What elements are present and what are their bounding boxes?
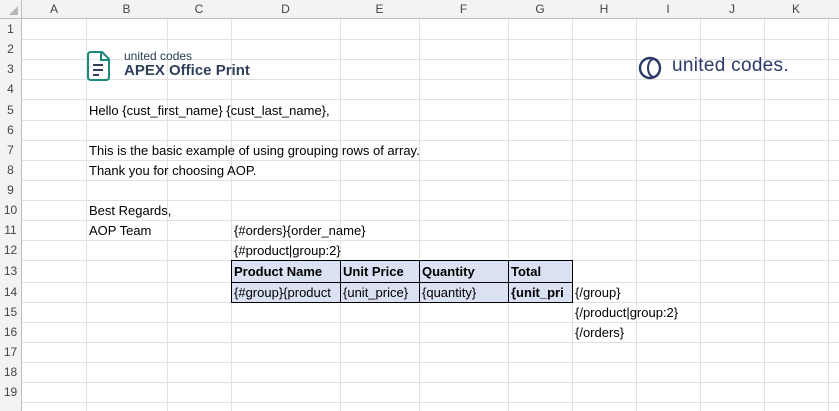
table-header-product-name[interactable]: Product Name [231, 260, 341, 283]
row-header-9[interactable]: 9 [0, 180, 22, 201]
cell-b7[interactable]: This is the basic example of using group… [86, 141, 420, 161]
column-header-l[interactable] [828, 0, 839, 19]
column-header-f[interactable]: F [419, 0, 509, 19]
apex-office-print-logo[interactable]: united codes APEX Office Print [86, 49, 266, 83]
cell-b10[interactable]: Best Regards, [86, 201, 171, 221]
table-header-quantity[interactable]: Quantity [419, 260, 509, 283]
column-header-e[interactable]: E [340, 0, 420, 19]
column-header-a[interactable]: A [22, 0, 87, 19]
row-header-4[interactable]: 4 [0, 79, 22, 100]
row-header-11[interactable]: 11 [0, 220, 22, 241]
gridline [0, 39, 839, 40]
row-header-16[interactable]: 16 [0, 322, 22, 343]
row-header-7[interactable]: 7 [0, 140, 22, 161]
select-all-button[interactable] [0, 0, 22, 19]
cell-h14[interactable]: {/group} [572, 283, 621, 303]
column-header-k[interactable]: K [764, 0, 829, 19]
row-header-15[interactable]: 15 [0, 302, 22, 323]
column-header-d[interactable]: D [231, 0, 341, 19]
logo-text: united codes. [672, 55, 789, 76]
cell-b11[interactable]: AOP Team [86, 221, 151, 241]
row-header-20[interactable] [0, 402, 22, 411]
row-header-1[interactable]: 1 [0, 19, 22, 40]
row-header-2[interactable]: 2 [0, 39, 22, 60]
row-header-6[interactable]: 6 [0, 120, 22, 141]
column-header-i[interactable]: I [636, 0, 701, 19]
cell-b8[interactable]: Thank you for choosing AOP. [86, 161, 256, 181]
cell-h16[interactable]: {/orders} [572, 323, 624, 343]
table-header-total[interactable]: Total [508, 260, 573, 283]
cell-b5[interactable]: Hello {cust_first_name} {cust_last_name}… [86, 101, 330, 121]
row-header-10[interactable]: 10 [0, 200, 22, 221]
table-cell-total[interactable]: {unit_pri [508, 282, 573, 303]
united-codes-logo[interactable]: united codes. [638, 55, 813, 81]
row-header-3[interactable]: 3 [0, 59, 22, 80]
gridline [828, 0, 829, 411]
row-header-12[interactable]: 12 [0, 240, 22, 261]
gridline [0, 322, 839, 323]
row-header-8[interactable]: 8 [0, 160, 22, 181]
row-header-17[interactable]: 17 [0, 342, 22, 363]
gridline [572, 0, 573, 411]
cell-d11[interactable]: {#orders}{order_name} [231, 221, 366, 241]
row-header-14[interactable]: 14 [0, 282, 22, 303]
table-header-unit-price[interactable]: Unit Price [340, 260, 420, 283]
column-header-b[interactable]: B [86, 0, 168, 19]
logo-big-text: APEX Office Print [124, 62, 250, 79]
cell-h15[interactable]: {/product|group:2} [572, 303, 678, 323]
gridline [0, 99, 839, 100]
logo-small-text: united codes [124, 49, 193, 63]
row-header-19[interactable]: 19 [0, 382, 22, 403]
select-all-triangle-icon [9, 6, 18, 15]
gridline [0, 382, 839, 383]
gridline [508, 0, 509, 411]
spreadsheet[interactable]: A B C D E F G H I J K 1 2 3 4 5 6 7 8 9 … [0, 0, 839, 411]
column-header-c[interactable]: C [167, 0, 232, 19]
gridline [0, 362, 839, 363]
row-header-5[interactable]: 5 [0, 99, 22, 121]
table-cell-unit-price[interactable]: {unit_price} [340, 282, 420, 303]
gridline [0, 402, 839, 403]
table-cell-quantity[interactable]: {quantity} [419, 282, 509, 303]
rings-icon [638, 56, 662, 80]
gridline [0, 342, 839, 343]
table-cell-product[interactable]: {#group}{product [231, 282, 341, 303]
document-icon [87, 51, 110, 81]
column-header-j[interactable]: J [700, 0, 765, 19]
cell-d12[interactable]: {#product|group:2} [231, 241, 341, 261]
gridline [419, 0, 420, 411]
column-header-h[interactable]: H [572, 0, 637, 19]
gridline [340, 0, 341, 411]
column-header-g[interactable]: G [508, 0, 573, 19]
row-header-13[interactable]: 13 [0, 260, 22, 283]
gridline [636, 0, 637, 411]
row-header-18[interactable]: 18 [0, 362, 22, 383]
